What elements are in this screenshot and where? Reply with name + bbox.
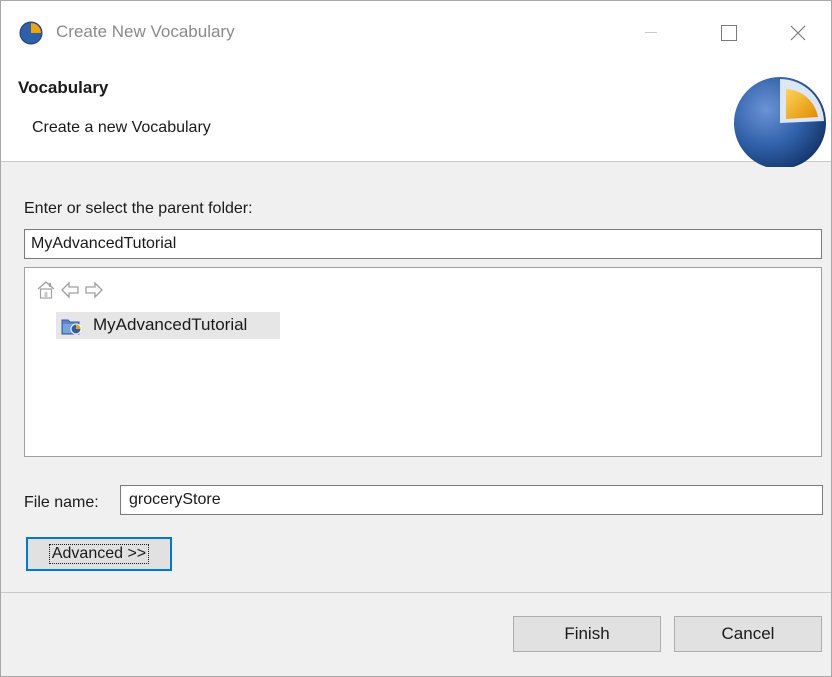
tree-item[interactable]: MyAdvancedTutorial bbox=[56, 312, 280, 339]
file-name-label: File name: bbox=[24, 494, 99, 511]
sphere-graphic bbox=[734, 77, 826, 167]
cancel-button[interactable]: Cancel bbox=[674, 616, 822, 652]
file-name-input[interactable]: groceryStore bbox=[120, 485, 823, 515]
banner-title: Vocabulary bbox=[18, 78, 109, 97]
footer-divider bbox=[1, 592, 831, 593]
dialog-window: Create New Vocabulary Vocabulary Create … bbox=[0, 0, 832, 677]
maximize-button[interactable] bbox=[696, 1, 762, 64]
finish-button[interactable]: Finish bbox=[513, 616, 661, 652]
advanced-button[interactable]: Advanced >> bbox=[26, 537, 172, 571]
parent-folder-label: Enter or select the parent folder: bbox=[24, 200, 253, 217]
window-title: Create New Vocabulary bbox=[56, 22, 235, 41]
minimize-icon bbox=[645, 31, 657, 33]
globe-icon bbox=[19, 21, 43, 45]
close-button[interactable] bbox=[765, 1, 831, 64]
advanced-button-label: Advanced >> bbox=[48, 544, 150, 564]
wizard-banner: Vocabulary Create a new Vocabulary bbox=[1, 64, 831, 167]
title-bar: Create New Vocabulary bbox=[1, 1, 831, 64]
project-folder-icon bbox=[61, 319, 82, 335]
minimize-button[interactable] bbox=[618, 1, 684, 64]
close-icon bbox=[790, 25, 806, 40]
banner-description: Create a new Vocabulary bbox=[32, 119, 211, 136]
tree-item-label: MyAdvancedTutorial bbox=[93, 315, 248, 334]
forward-arrow-icon[interactable] bbox=[83, 278, 105, 302]
parent-folder-input[interactable]: MyAdvancedTutorial bbox=[24, 229, 822, 259]
folder-tree[interactable]: MyAdvancedTutorial bbox=[24, 267, 822, 457]
maximize-icon bbox=[721, 24, 737, 41]
back-arrow-icon[interactable] bbox=[59, 278, 81, 302]
home-icon[interactable] bbox=[35, 278, 57, 302]
